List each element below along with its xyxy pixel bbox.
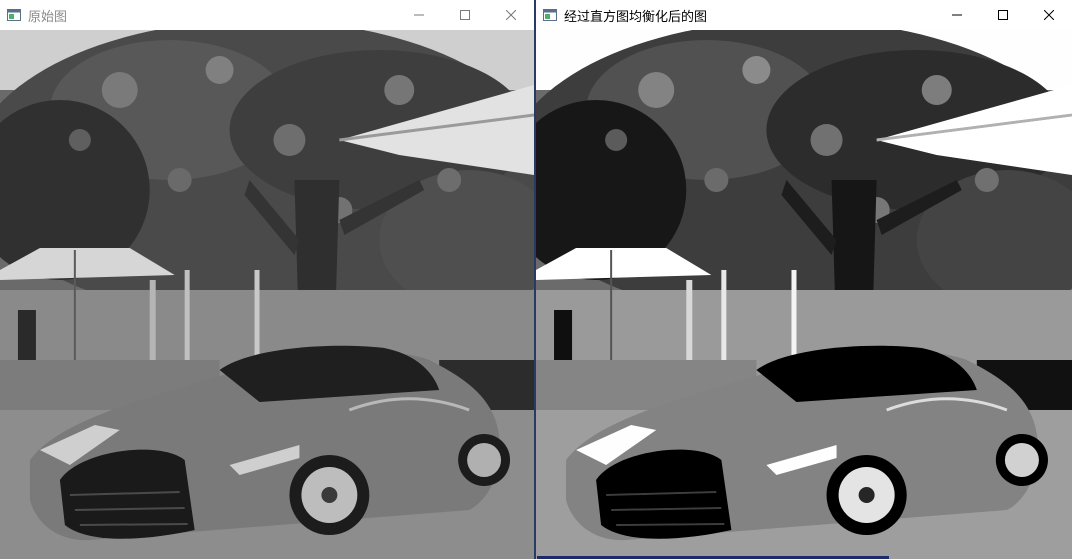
image-display-original: [0, 30, 534, 559]
maximize-button[interactable]: [442, 0, 488, 30]
close-icon: [506, 10, 516, 20]
window-title: 经过直方图均衡化后的图: [564, 9, 708, 25]
equalized-car-photo: [536, 30, 1072, 559]
maximize-icon: [998, 10, 1008, 20]
minimize-button[interactable]: [396, 0, 442, 30]
close-icon: [1044, 10, 1054, 20]
window-original[interactable]: 原始图: [0, 0, 535, 559]
app-window-icon: [6, 7, 22, 23]
image-display-equalized: [536, 30, 1072, 559]
app-window-icon: [542, 7, 558, 23]
close-button[interactable]: [488, 0, 534, 30]
window-equalized[interactable]: 经过直方图均衡化后的图: [535, 0, 1072, 559]
window-title: 原始图: [28, 9, 68, 25]
minimize-button[interactable]: [934, 0, 980, 30]
title-bar[interactable]: 原始图: [0, 0, 534, 30]
minimize-icon: [414, 14, 424, 16]
maximize-button[interactable]: [980, 0, 1026, 30]
maximize-icon: [460, 10, 470, 20]
close-button[interactable]: [1026, 0, 1072, 30]
grayscale-car-photo: [0, 30, 534, 559]
title-bar[interactable]: 经过直方图均衡化后的图: [536, 0, 1072, 30]
minimize-icon: [952, 14, 962, 16]
